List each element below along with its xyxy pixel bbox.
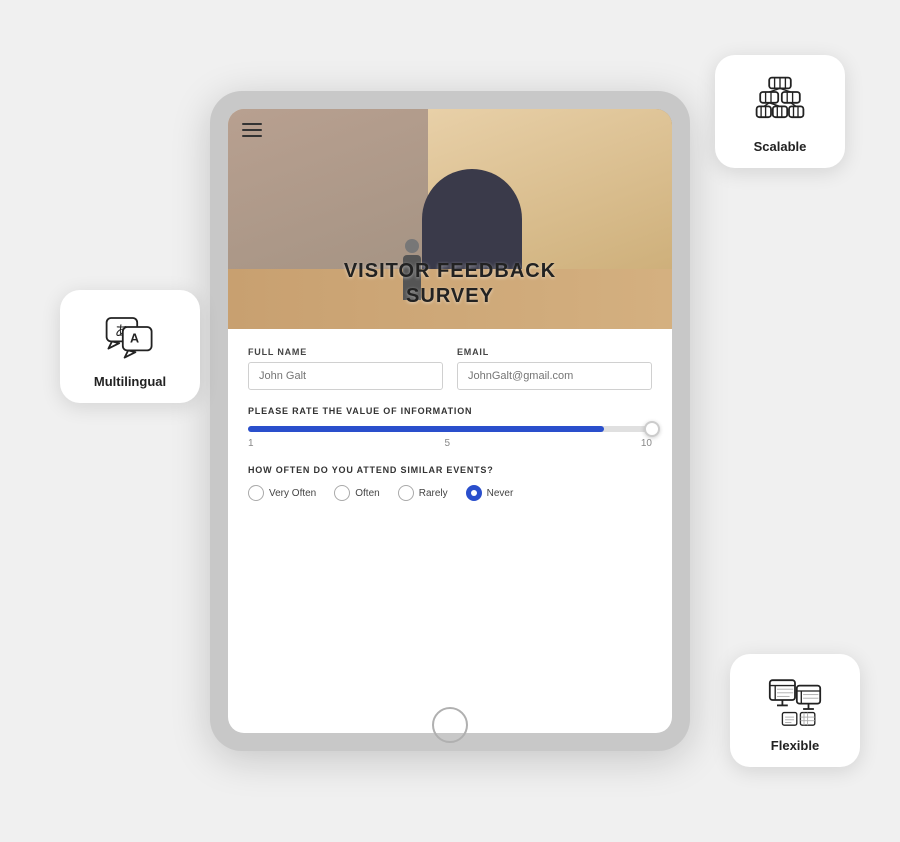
flexible-badge: Flexible: [730, 654, 860, 767]
slider-mid: 5: [444, 438, 450, 449]
multilingual-icon: あ A: [98, 304, 162, 368]
slider-labels: 1 5 10: [248, 438, 652, 449]
radio-circle-rarely[interactable]: [398, 485, 414, 501]
survey-title: VISITOR FEEDBACK SURVEY: [228, 259, 672, 309]
scalable-badge: Scalable: [715, 55, 845, 168]
multilingual-label: Multilingual: [94, 374, 166, 389]
radio-label-never: Never: [487, 488, 514, 499]
radio-label-rarely: Rarely: [419, 488, 448, 499]
main-scene: あ A Multilingual: [0, 0, 900, 842]
full-name-input[interactable]: [248, 362, 443, 390]
frequency-section: HOW OFTEN DO YOU ATTEND SIMILAR EVENTS? …: [248, 465, 652, 501]
radio-circle-very-often[interactable]: [248, 485, 264, 501]
scalable-label: Scalable: [754, 139, 807, 154]
email-field: EMAIL: [457, 347, 652, 390]
flexible-icon: [763, 668, 827, 732]
radio-rarely[interactable]: Rarely: [398, 485, 448, 501]
radio-very-often[interactable]: Very Often: [248, 485, 316, 501]
radio-label-often: Often: [355, 488, 379, 499]
slider-fill: [248, 426, 604, 432]
svg-text:A: A: [130, 331, 139, 345]
email-label: EMAIL: [457, 347, 652, 357]
survey-header: VISITOR FEEDBACK SURVEY: [228, 109, 672, 329]
full-name-field: FULL NAME: [248, 347, 443, 390]
full-name-label: FULL NAME: [248, 347, 443, 357]
multilingual-badge: あ A Multilingual: [60, 290, 200, 403]
tablet-home-button[interactable]: [432, 707, 468, 743]
slider-track[interactable]: [248, 426, 652, 432]
form-name-email-row: FULL NAME EMAIL: [248, 347, 652, 390]
radio-label-very-often: Very Often: [269, 488, 316, 499]
email-input[interactable]: [457, 362, 652, 390]
tablet-screen: VISITOR FEEDBACK SURVEY FULL NAME EMAIL: [228, 109, 672, 733]
scalable-icon: [748, 69, 812, 133]
radio-options-row: Very Often Often Rarely Never: [248, 485, 652, 501]
radio-circle-often[interactable]: [334, 485, 350, 501]
slider-min: 1: [248, 438, 254, 449]
slider-thumb[interactable]: [644, 421, 660, 437]
slider-max: 10: [641, 438, 652, 449]
slider-label: PLEASE RATE THE VALUE OF INFORMATION: [248, 406, 652, 416]
hamburger-menu[interactable]: [242, 123, 262, 137]
slider-section: PLEASE RATE THE VALUE OF INFORMATION 1 5…: [248, 406, 652, 449]
radio-never[interactable]: Never: [466, 485, 514, 501]
survey-form: FULL NAME EMAIL PLEASE RATE THE VALUE OF…: [228, 329, 672, 733]
frequency-label: HOW OFTEN DO YOU ATTEND SIMILAR EVENTS?: [248, 465, 652, 475]
tablet-device: VISITOR FEEDBACK SURVEY FULL NAME EMAIL: [210, 91, 690, 751]
radio-circle-never[interactable]: [466, 485, 482, 501]
radio-often[interactable]: Often: [334, 485, 379, 501]
flexible-label: Flexible: [771, 738, 819, 753]
